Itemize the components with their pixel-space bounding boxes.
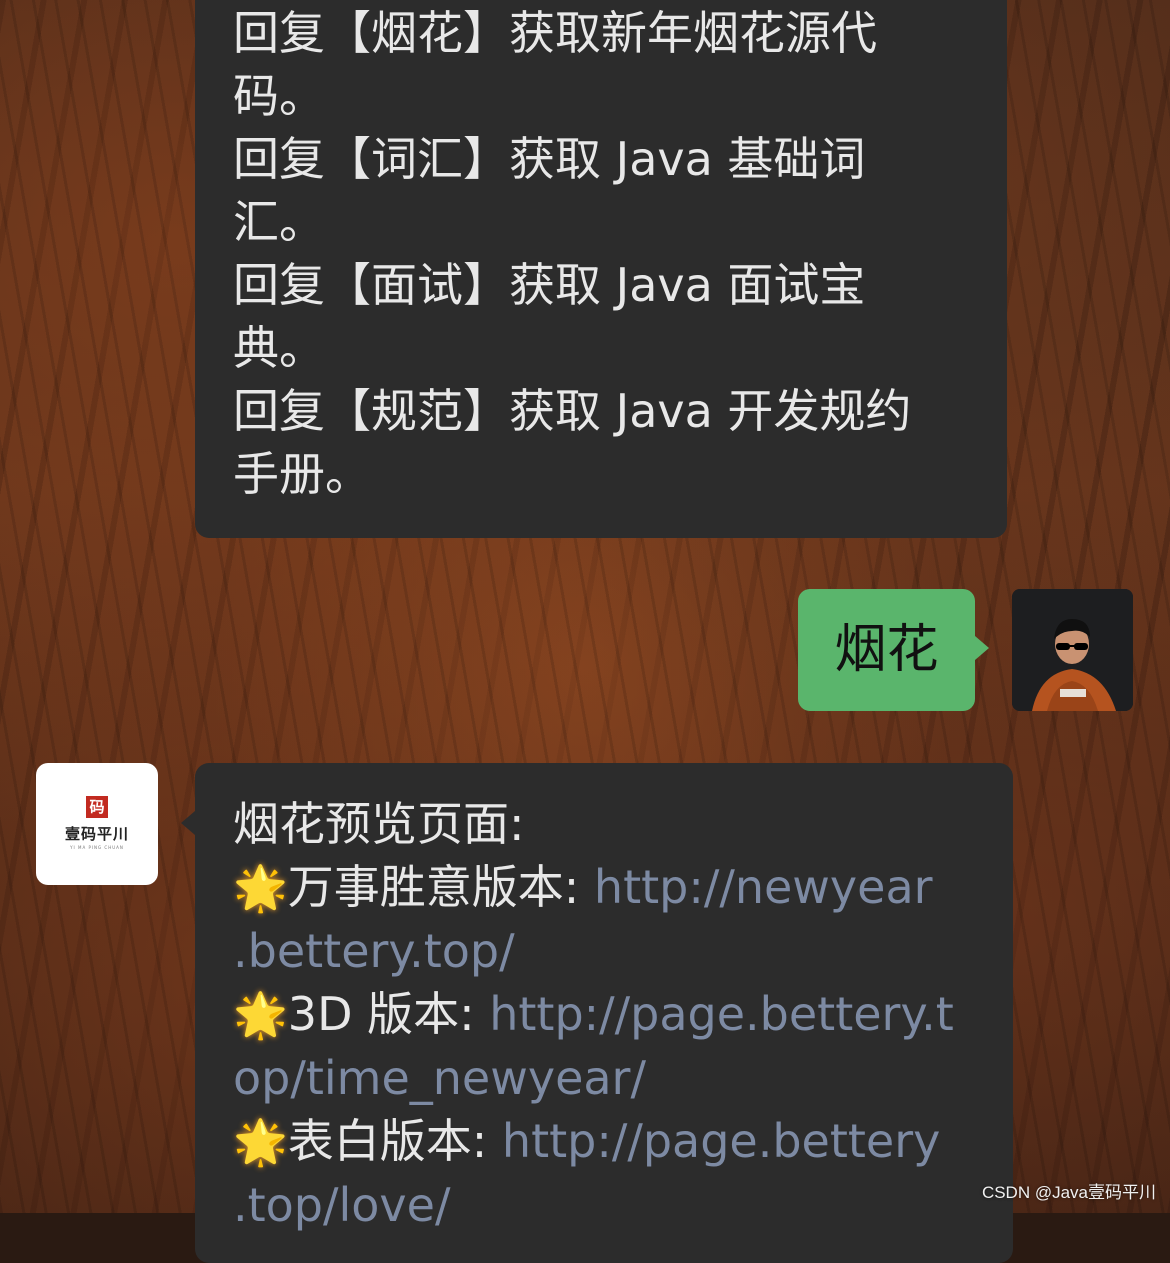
bot-links-message[interactable]: 烟花预览页面: 🌟万事胜意版本: http://newyear .bettery…: [181, 763, 1013, 1263]
link-url[interactable]: http://newyear: [594, 860, 933, 914]
link-url[interactable]: .top/love/: [233, 1178, 450, 1232]
star-emoji-icon: 🌟: [233, 990, 288, 1041]
menu-line: 回复【面试】获取 Java 面试宝: [233, 258, 866, 312]
brand-name: 壹码平川: [64, 825, 129, 843]
star-emoji-icon: 🌟: [233, 863, 288, 914]
user-avatar[interactable]: [1012, 589, 1133, 711]
link-url[interactable]: op/time_newyear/: [233, 1051, 646, 1105]
menu-line: 回复【规范】获取 Java 开发规约: [233, 384, 912, 438]
link-label: 表白版本:: [287, 1114, 502, 1168]
menu-line: 典。: [233, 321, 325, 375]
link-label: 3D 版本:: [287, 987, 490, 1041]
menu-line: 回复【词汇】获取 Java 基础词: [233, 132, 866, 186]
seal-logo: 码: [86, 796, 108, 818]
link-url[interactable]: .bettery.top/: [233, 924, 515, 978]
link-item: 🌟万事胜意版本: http://newyear: [233, 856, 975, 920]
link-item: 🌟3D 版本: http://page.bettery.t: [233, 983, 975, 1047]
bot-menu-message[interactable]: 回复【烟花】获取新年烟花源代 码。 回复【词汇】获取 Java 基础词 汇。 回…: [195, 0, 1007, 538]
menu-line: 码。: [233, 69, 325, 123]
user-message-bubble[interactable]: 烟花: [798, 589, 989, 711]
menu-line: 回复【烟花】获取新年烟花源代: [233, 6, 877, 60]
brand-subtitle: YI MA PING CHUAN: [70, 845, 124, 850]
links-heading: 烟花预览页面:: [233, 797, 525, 851]
link-item: 🌟表白版本: http://page.bettery: [233, 1110, 975, 1174]
link-url[interactable]: http://page.bettery.t: [489, 987, 954, 1041]
person-photo-icon: [1012, 589, 1133, 711]
link-url-continued: op/time_newyear/: [233, 1047, 975, 1110]
menu-line: 手册。: [233, 447, 371, 501]
link-label: 万事胜意版本:: [287, 860, 594, 914]
link-url[interactable]: http://page.bettery: [502, 1114, 940, 1168]
csdn-watermark: CSDN @Java壹码平川: [981, 1183, 1156, 1202]
link-url-continued: .bettery.top/: [233, 920, 975, 983]
link-url-continued: .top/love/: [233, 1174, 975, 1237]
star-emoji-icon: 🌟: [233, 1117, 288, 1168]
user-message-text: 烟花: [834, 620, 939, 680]
menu-line: 汇。: [233, 195, 325, 249]
bot-avatar[interactable]: 码 壹码平川 YI MA PING CHUAN: [36, 763, 158, 885]
